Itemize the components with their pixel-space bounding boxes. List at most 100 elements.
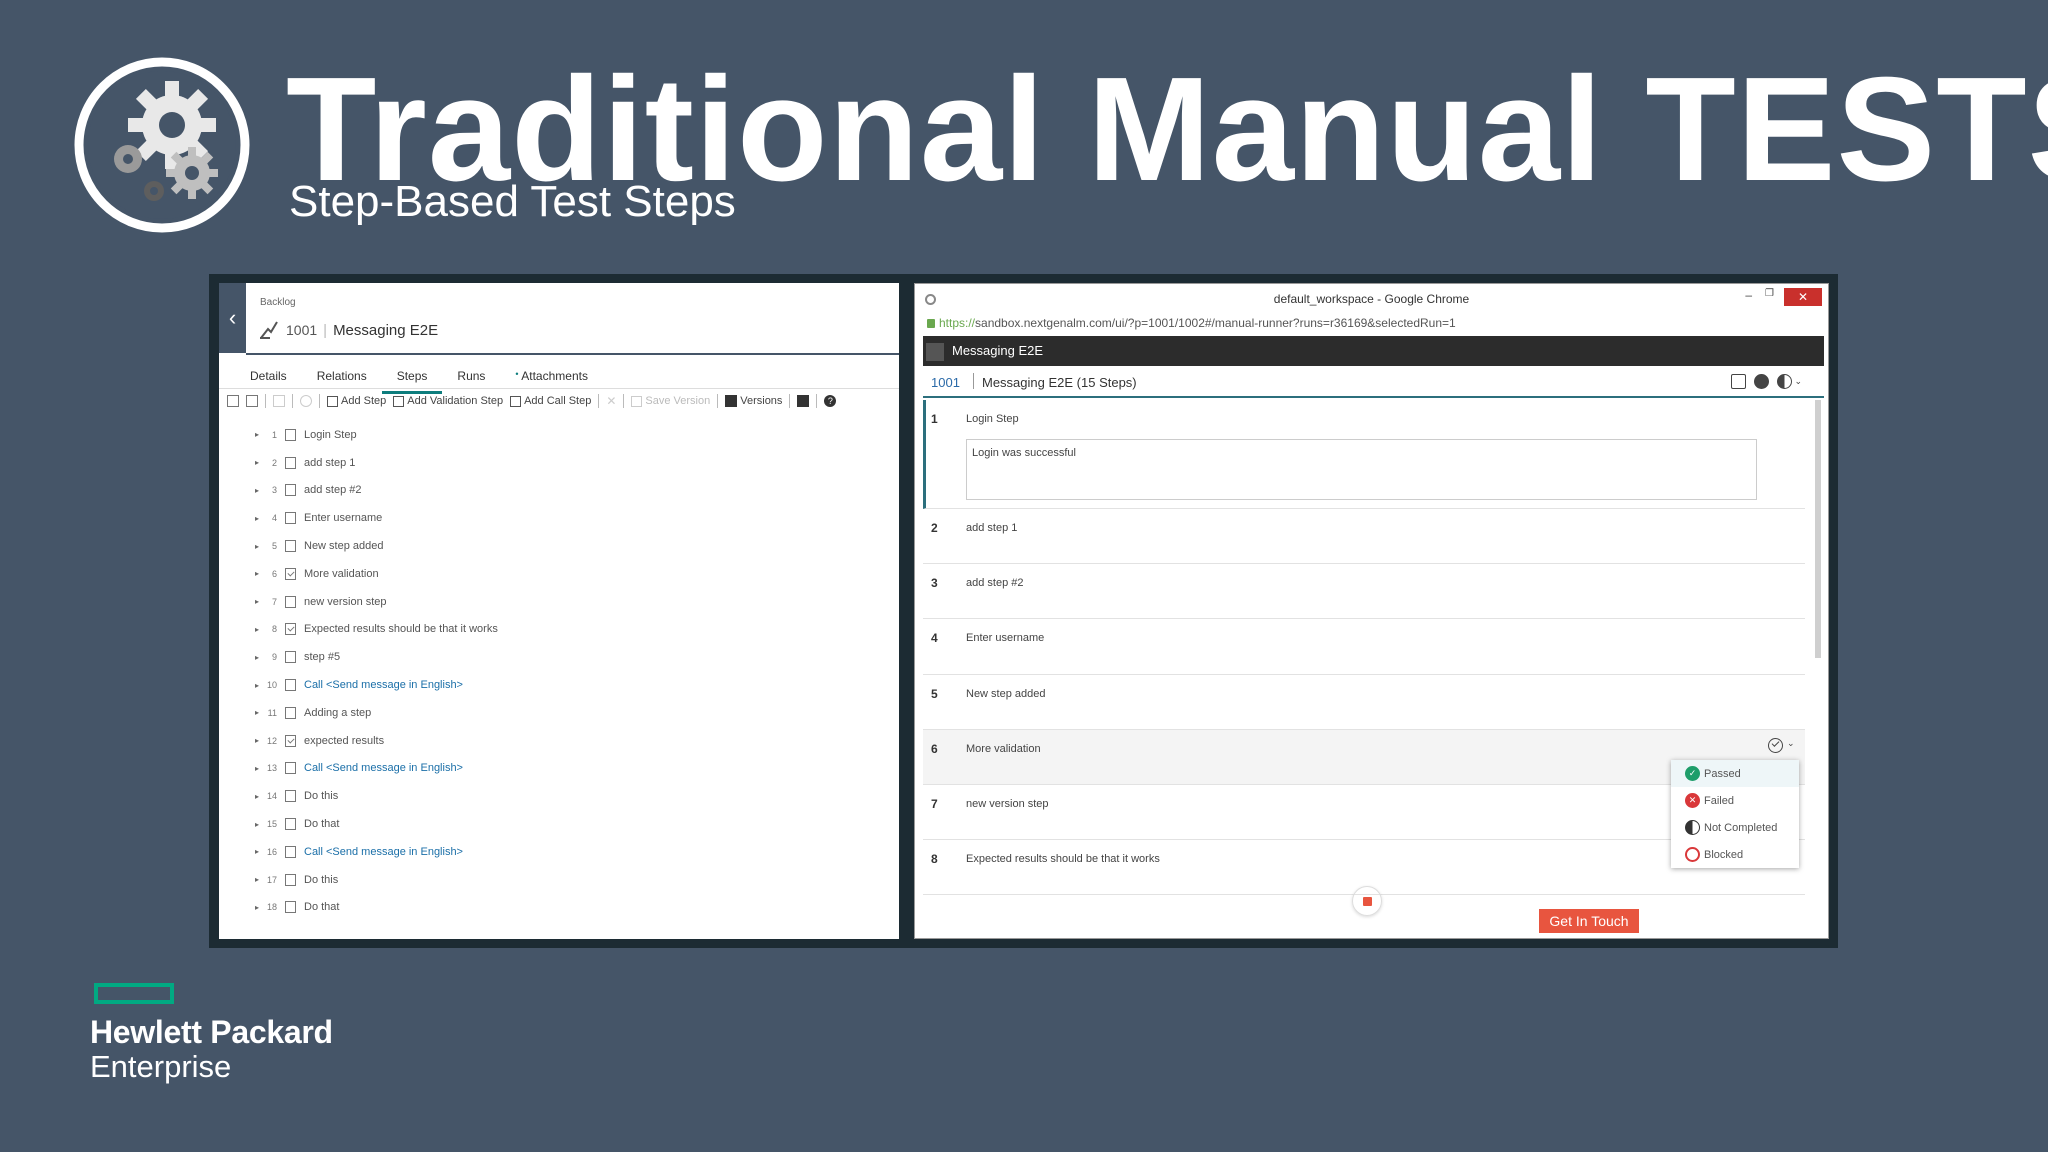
tab-steps[interactable]: Steps <box>381 365 443 394</box>
expand-caret-icon[interactable]: ▸ <box>255 569 263 578</box>
tab-relations[interactable]: Relations <box>302 365 382 394</box>
expand-caret-icon[interactable]: ▸ <box>255 903 263 912</box>
expand-caret-icon[interactable]: ▸ <box>255 764 263 773</box>
help-icon[interactable]: ? <box>824 395 837 407</box>
expand-caret-icon[interactable]: ▸ <box>255 542 263 551</box>
step-icon <box>285 873 296 886</box>
step-row[interactable]: ▸ 2 add step 1 <box>255 449 498 477</box>
step-row[interactable]: ▸ 4 Enter username <box>255 504 498 532</box>
copy-icon[interactable] <box>227 395 239 407</box>
expand-caret-icon[interactable]: ▸ <box>255 514 263 523</box>
run-step-text: Expected results should be that it works <box>966 853 1160 866</box>
save-version-button[interactable]: Save Version <box>631 395 710 407</box>
tab-details[interactable]: Details <box>235 365 302 394</box>
run-status-icon[interactable] <box>1777 374 1793 389</box>
chevron-down-icon[interactable]: ⌄ <box>1794 376 1802 387</box>
stop-run-button[interactable] <box>1352 886 1382 916</box>
toolbar-separator <box>789 394 791 408</box>
save-version-icon <box>631 395 643 407</box>
step-row[interactable]: ▸ 8 Expected results should be that it wor… <box>255 616 498 644</box>
step-row[interactable]: ▸ 13 Call <Send message in English> <box>255 755 498 783</box>
step-row[interactable]: ▸ 12 expected results <box>255 727 498 755</box>
indent-icon[interactable] <box>246 395 258 407</box>
expand-caret-icon[interactable]: ▸ <box>255 736 263 745</box>
tab-runs[interactable]: Runs <box>442 365 500 394</box>
scrollbar[interactable] <box>1815 400 1821 658</box>
step-row[interactable]: ▸ 6 More validation <box>255 560 498 588</box>
expand-caret-icon[interactable]: ▸ <box>255 430 263 439</box>
expand-caret-icon[interactable]: ▸ <box>255 875 263 884</box>
expand-caret-icon[interactable]: ▸ <box>255 847 263 856</box>
step-number: 15 <box>266 819 277 830</box>
run-step-number: 1 <box>931 412 938 426</box>
step-number: 17 <box>266 874 277 885</box>
minimize-button[interactable]: – <box>1745 288 1752 302</box>
expand-caret-icon[interactable]: ▸ <box>255 792 263 801</box>
step-row[interactable]: ▸ 7 new version step <box>255 588 498 616</box>
status-option-label: Blocked <box>1704 848 1744 861</box>
validation-step-icon <box>285 734 296 747</box>
step-icon <box>285 484 296 497</box>
save-icon[interactable] <box>273 395 285 407</box>
get-in-touch-button[interactable]: Get In Touch <box>1539 909 1639 933</box>
expand-caret-icon[interactable]: ▸ <box>255 597 263 606</box>
address-bar[interactable]: https://sandbox.nextgenalm.com/ui/?p=100… <box>927 316 1456 330</box>
expand-caret-icon[interactable]: ▸ <box>255 625 263 634</box>
add-call-step-button[interactable]: Add Call Step <box>510 395 591 407</box>
actual-result-input[interactable]: Login was successful <box>966 439 1757 500</box>
tab-attachments[interactable]: • Attachments <box>500 365 603 394</box>
step-row[interactable]: ▸ 15 Do that <box>255 810 498 838</box>
status-option-blocked[interactable]: Blocked <box>1671 841 1799 868</box>
status-option-passed[interactable]: ✓ Passed <box>1671 760 1799 787</box>
toolbar-separator <box>292 394 293 408</box>
toolbar-separator <box>816 394 818 408</box>
run-step-row[interactable]: 4 Enter username <box>923 619 1805 675</box>
run-step-row[interactable]: 3 add step #2 <box>923 564 1805 620</box>
step-row[interactable]: ▸ 16 Call <Send message in English> <box>255 838 498 866</box>
expand-caret-icon[interactable]: ▸ <box>255 653 263 662</box>
run-step-row[interactable]: 2 add step 1 <box>923 509 1805 565</box>
expand-caret-icon[interactable]: ▸ <box>255 486 263 495</box>
run-step-row[interactable]: 1 Login Step Login was successful <box>923 400 1805 509</box>
run-step-row[interactable]: 5 New step added <box>923 675 1805 730</box>
undo-icon[interactable] <box>300 395 312 407</box>
step-text: new version step <box>304 595 387 608</box>
versions-button[interactable]: Versions <box>725 395 782 407</box>
step-text: Adding a step <box>304 706 372 719</box>
step-row[interactable]: ▸ 9 step #5 <box>255 643 498 671</box>
expand-caret-icon[interactable]: ▸ <box>255 458 263 467</box>
step-number: 7 <box>271 596 277 607</box>
step-row[interactable]: ▸ 14 Do this <box>255 782 498 810</box>
breadcrumb[interactable]: Backlog <box>260 297 296 308</box>
status-option-label: Passed <box>1704 767 1741 780</box>
step-row[interactable]: ▸ 18 Do that <box>255 894 498 922</box>
step-row[interactable]: ▸ 3 add step #2 <box>255 477 498 505</box>
add-step-button[interactable]: Add Step <box>327 395 386 407</box>
expand-caret-icon[interactable]: ▸ <box>255 708 263 717</box>
step-number: 9 <box>271 652 277 663</box>
step-row[interactable]: ▸ 10 Call <Send message in English> <box>255 671 498 699</box>
step-number: 14 <box>266 791 277 802</box>
step-text: Do this <box>304 873 339 886</box>
maximize-button[interactable]: ❐ <box>1765 288 1774 299</box>
step-row[interactable]: ▸ 1 Login Step <box>255 421 498 449</box>
expand-caret-icon[interactable]: ▸ <box>255 681 263 690</box>
run-entity-id[interactable]: 1001 <box>931 375 960 390</box>
step-icon <box>285 651 296 664</box>
step-number: 18 <box>266 902 277 913</box>
run-icon[interactable] <box>797 395 810 407</box>
step-status-check-icon[interactable] <box>1768 738 1783 753</box>
step-row[interactable]: ▸ 5 New step added <box>255 532 498 560</box>
step-row[interactable]: ▸ 11 Adding a step <box>255 699 498 727</box>
status-option-failed[interactable]: ✕ Failed <box>1671 787 1799 814</box>
chevron-down-icon[interactable]: ⌄ <box>1787 738 1795 749</box>
details-icon[interactable] <box>1731 374 1747 389</box>
expand-caret-icon[interactable]: ▸ <box>255 820 263 829</box>
step-row[interactable]: ▸ 17 Do this <box>255 866 498 894</box>
delete-icon[interactable]: ✕ <box>606 394 616 408</box>
timer-icon[interactable] <box>1754 374 1770 389</box>
back-button[interactable]: ‹ <box>219 283 246 353</box>
close-window-button[interactable]: ✕ <box>1784 288 1822 306</box>
add-validation-step-button[interactable]: Add Validation Step <box>393 395 503 407</box>
status-option-not-completed[interactable]: Not Completed <box>1671 814 1799 841</box>
